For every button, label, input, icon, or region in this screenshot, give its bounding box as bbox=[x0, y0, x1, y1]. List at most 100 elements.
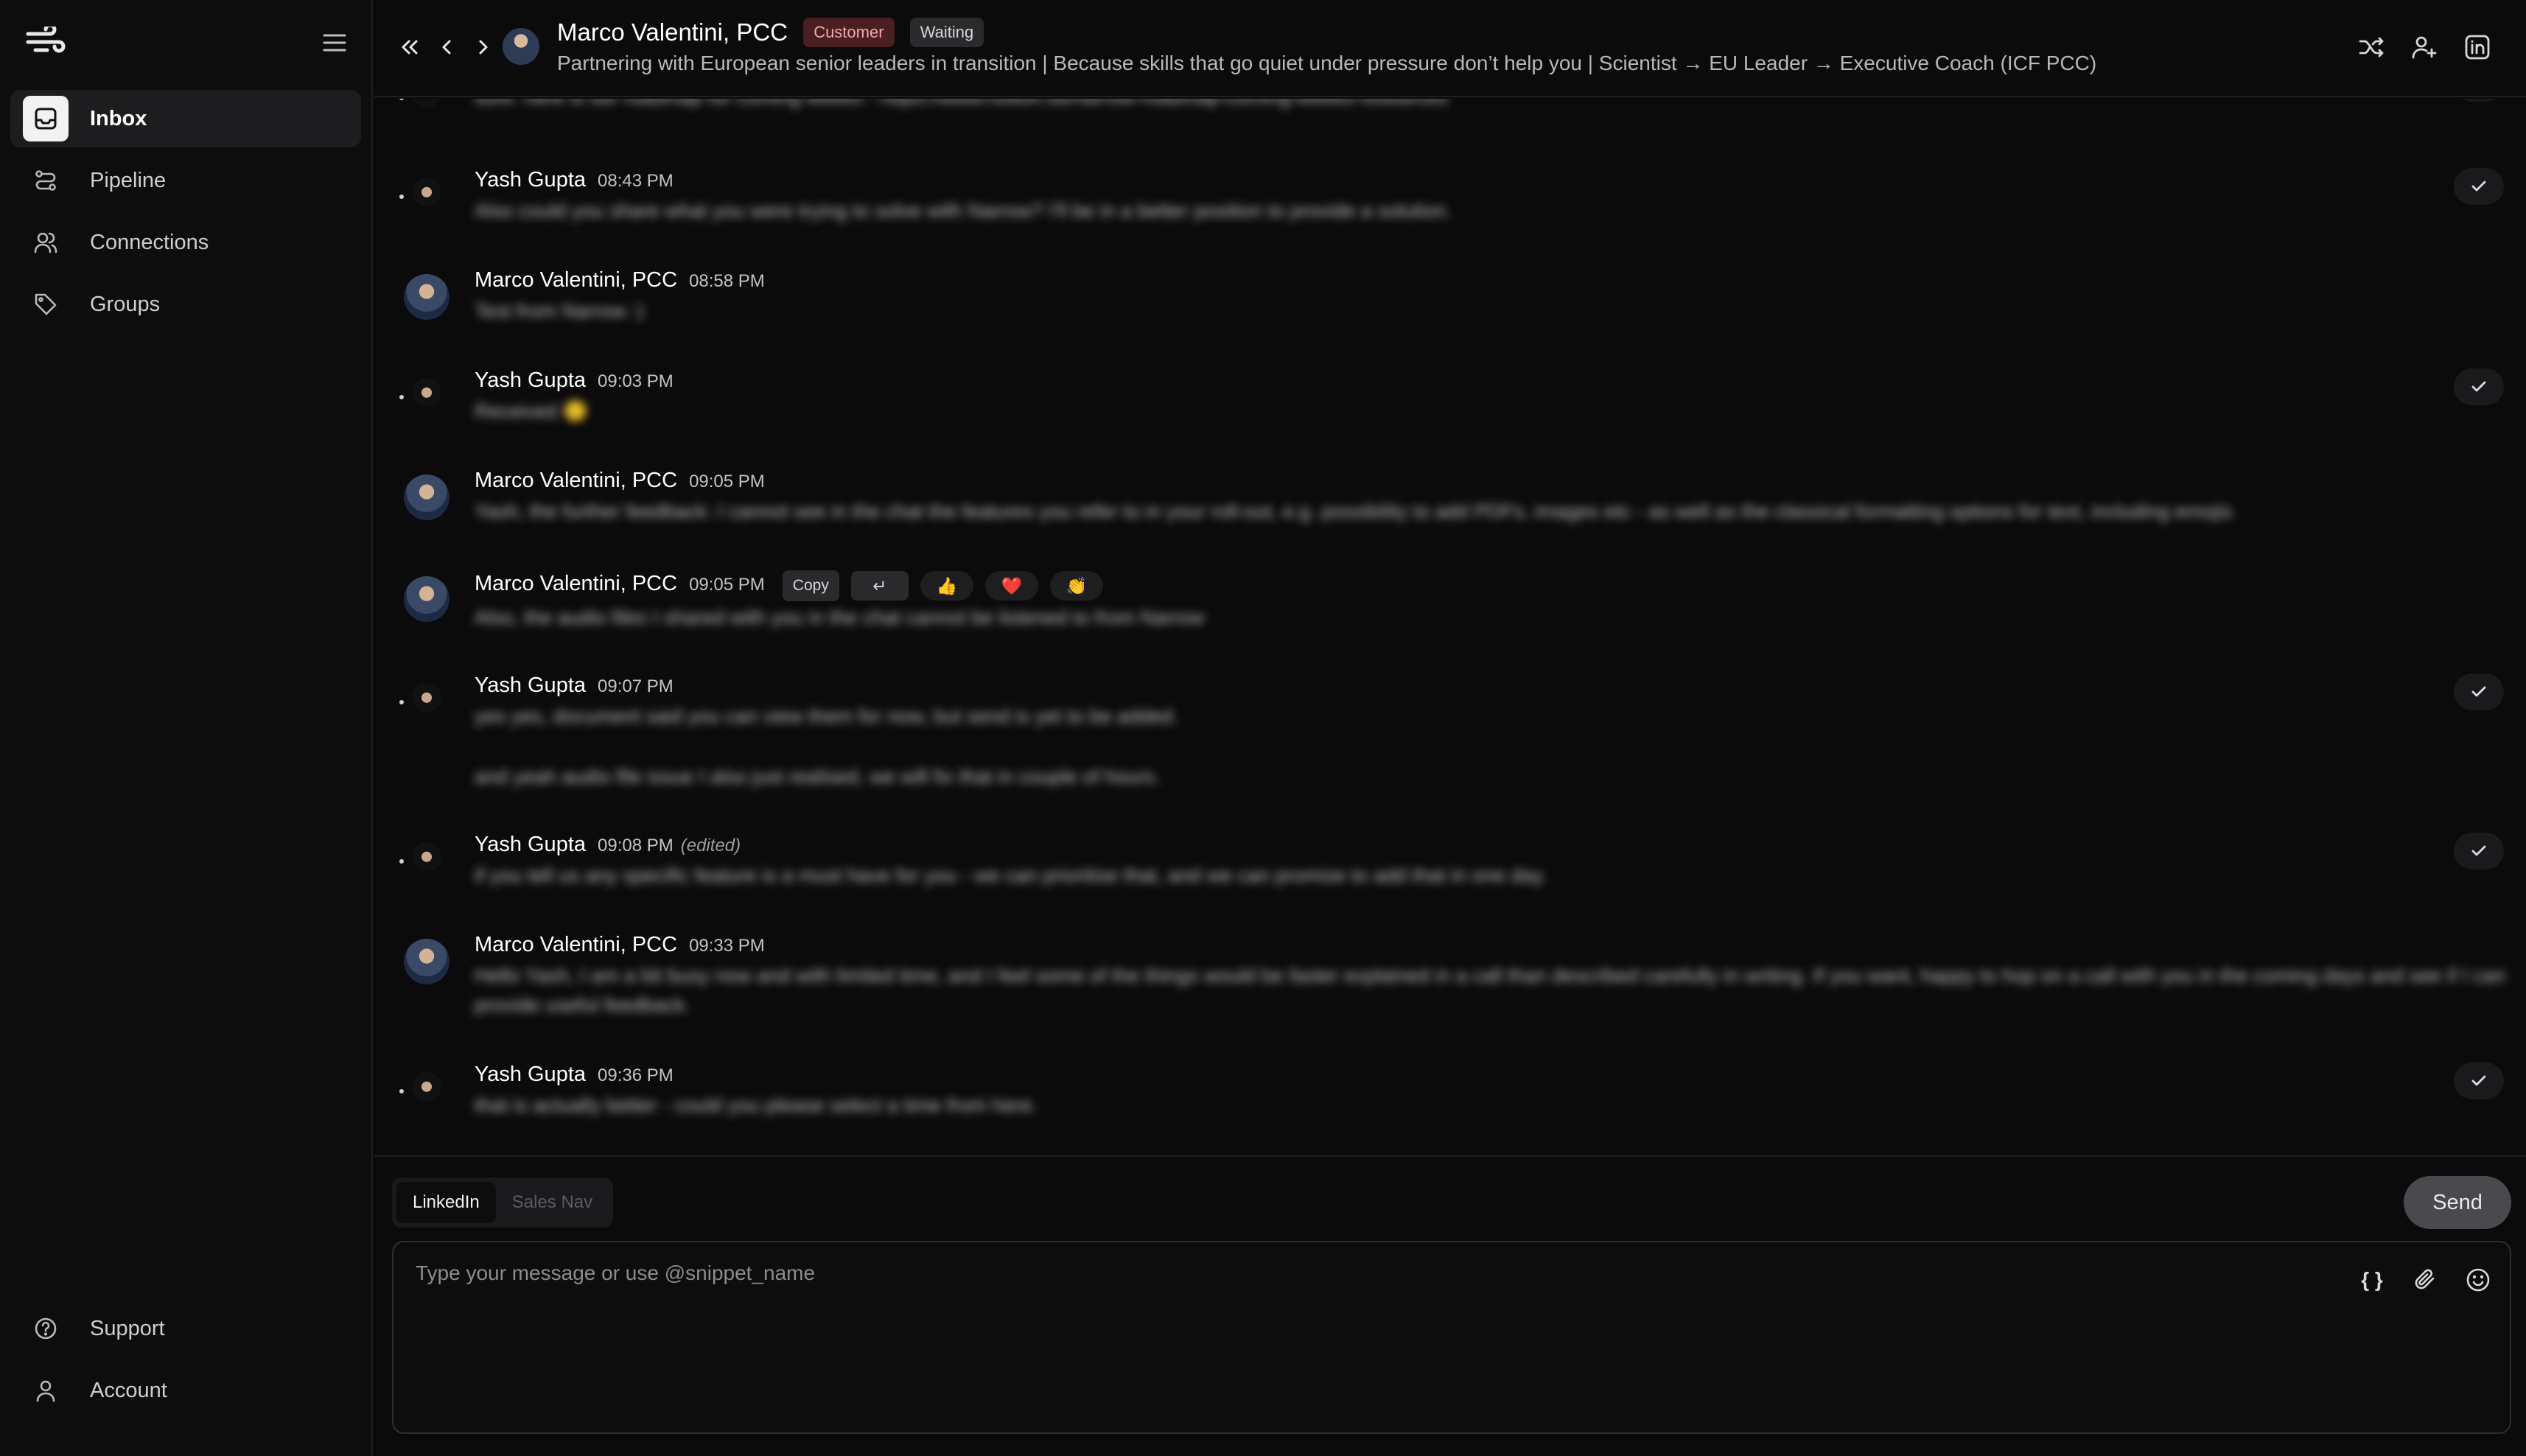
previous-conversation-button[interactable] bbox=[430, 31, 463, 63]
sidebar-item-inbox[interactable]: Inbox bbox=[10, 90, 361, 147]
message-body: Also, the audio files I shared with you … bbox=[475, 606, 1205, 629]
message-meta: Yash Gupta 09:03 PM bbox=[475, 368, 674, 393]
react-heart-button[interactable]: ❤️ bbox=[984, 571, 1038, 601]
sidebar: Inbox Pipeline Connections Groups Suppor… bbox=[0, 0, 373, 1456]
message-body: Yash, the further feedback: I cannot see… bbox=[475, 500, 2233, 522]
message-author[interactable]: Marco Valentini, PCC bbox=[475, 572, 677, 596]
sidebar-item-pipeline[interactable]: Pipeline bbox=[10, 152, 361, 209]
reply-button[interactable]: ↵ bbox=[850, 571, 909, 601]
avatar[interactable] bbox=[404, 939, 449, 984]
avatar[interactable] bbox=[399, 679, 449, 725]
message-time: 09:33 PM bbox=[689, 936, 765, 956]
read-check-button[interactable] bbox=[2454, 833, 2504, 869]
check-icon bbox=[2471, 381, 2486, 392]
conversation-header: Marco Valentini, PCC Customer Waiting Pa… bbox=[374, 0, 2526, 97]
send-button[interactable]: Send bbox=[2404, 1176, 2511, 1229]
avatar[interactable] bbox=[399, 1068, 449, 1114]
message-body: that is actually better - could you plea… bbox=[475, 1094, 1038, 1116]
copy-message-button[interactable]: Copy bbox=[782, 570, 839, 601]
read-check-button[interactable] bbox=[2454, 368, 2504, 405]
check-icon bbox=[2471, 845, 2486, 856]
shuffle-button[interactable] bbox=[2354, 29, 2389, 65]
customer-badge[interactable]: Customer bbox=[803, 18, 895, 47]
sidebar-item-support[interactable]: Support bbox=[10, 1300, 361, 1357]
read-check-button[interactable] bbox=[2454, 1063, 2504, 1099]
message-composer: LinkedIn Sales Nav Send { } bbox=[374, 1155, 2526, 1456]
message-time: 09:07 PM bbox=[598, 676, 674, 696]
message-author[interactable]: Yash Gupta bbox=[475, 833, 586, 857]
paperclip-icon bbox=[2415, 1269, 2435, 1289]
snippet-button[interactable]: { } bbox=[2355, 1263, 2389, 1297]
read-check-button[interactable] bbox=[2454, 99, 2504, 102]
message-author[interactable]: Yash Gupta bbox=[475, 673, 586, 698]
attach-button[interactable] bbox=[2408, 1263, 2442, 1297]
pipeline-icon bbox=[31, 166, 60, 195]
sidebar-item-connections[interactable]: Connections bbox=[10, 214, 361, 271]
status-badge[interactable]: Waiting bbox=[909, 18, 984, 47]
app-logo[interactable] bbox=[25, 23, 66, 57]
menu-toggle-button[interactable] bbox=[320, 28, 349, 57]
message-author[interactable]: Yash Gupta bbox=[475, 1063, 586, 1087]
read-check-button[interactable] bbox=[2454, 168, 2504, 205]
avatar[interactable] bbox=[399, 374, 449, 420]
sidebar-item-label: Account bbox=[90, 1378, 167, 1402]
smiley-icon bbox=[2466, 1268, 2490, 1292]
message-body: and yeah audio file issue I also just re… bbox=[475, 766, 1161, 788]
chevron-left-icon bbox=[442, 40, 451, 55]
message-time: 09:03 PM bbox=[598, 371, 674, 391]
message-author[interactable]: Yash Gupta bbox=[475, 368, 586, 393]
chevron-right-icon bbox=[479, 40, 488, 55]
message-time: 09:08 PM bbox=[598, 836, 674, 855]
avatar[interactable] bbox=[404, 576, 449, 622]
message-time: 09:36 PM bbox=[598, 1065, 674, 1085]
message-meta: Yash Gupta 08:43 PM bbox=[475, 168, 674, 192]
avatar[interactable] bbox=[399, 174, 449, 220]
avatar[interactable] bbox=[404, 274, 449, 320]
sidebar-item-account[interactable]: Account bbox=[10, 1362, 361, 1419]
back-to-list-button[interactable] bbox=[393, 31, 426, 63]
avatar[interactable] bbox=[399, 839, 449, 884]
sidebar-item-label: Groups bbox=[90, 292, 161, 316]
user-icon bbox=[31, 1376, 60, 1405]
message-time: 09:05 PM bbox=[689, 575, 765, 595]
tab-linkedin[interactable]: LinkedIn bbox=[396, 1182, 496, 1223]
react-thumbs-up-button[interactable]: 👍 bbox=[920, 571, 973, 601]
message-meta: Yash Gupta 09:36 PM bbox=[475, 1063, 674, 1087]
message-author[interactable]: Yash Gupta bbox=[475, 168, 586, 192]
assign-user-button[interactable] bbox=[2407, 29, 2442, 65]
message-body: Also could you share what you were tryin… bbox=[475, 200, 1452, 222]
message-meta: Marco Valentini, PCC 09:05 PM bbox=[475, 469, 765, 493]
sidebar-nav: Inbox Pipeline Connections Groups bbox=[10, 90, 361, 337]
linkedin-profile-button[interactable] bbox=[2460, 29, 2495, 65]
next-conversation-button[interactable] bbox=[467, 31, 500, 63]
check-icon bbox=[2471, 1075, 2486, 1086]
message-hover-actions: Copy ↵ 👍 ❤️ 👏 bbox=[782, 570, 1103, 601]
header-actions bbox=[2336, 29, 2495, 65]
sidebar-item-label: Inbox bbox=[90, 106, 147, 130]
contact-headline: Partnering with European senior leaders … bbox=[557, 52, 2097, 74]
message-body: if you tell us any specific feature is a… bbox=[475, 864, 1547, 886]
message-meta: Yash Gupta 09:07 PM bbox=[475, 673, 674, 698]
react-clap-button[interactable]: 👏 bbox=[1049, 571, 1103, 601]
avatar[interactable] bbox=[399, 99, 449, 121]
message-input[interactable] bbox=[416, 1261, 2258, 1409]
inbox-icon bbox=[23, 96, 69, 141]
sidebar-item-groups[interactable]: Groups bbox=[10, 276, 361, 333]
avatar[interactable] bbox=[404, 475, 449, 520]
emoji-button[interactable] bbox=[2461, 1263, 2495, 1297]
message-body: Received 🙂 bbox=[475, 400, 588, 422]
tag-icon bbox=[31, 290, 60, 319]
sidebar-item-label: Connections bbox=[90, 230, 209, 254]
message-author[interactable]: Marco Valentini, PCC bbox=[475, 469, 677, 493]
message-author[interactable]: Marco Valentini, PCC bbox=[475, 933, 677, 957]
message-author[interactable]: Marco Valentini, PCC bbox=[475, 268, 677, 293]
tab-sales-nav[interactable]: Sales Nav bbox=[496, 1182, 609, 1223]
sidebar-item-label: Pipeline bbox=[90, 168, 167, 192]
read-check-button[interactable] bbox=[2454, 673, 2504, 710]
check-icon bbox=[2471, 181, 2486, 192]
message-thread[interactable]: sure. here is our roadmap for coming wee… bbox=[374, 99, 2526, 1154]
channel-tabs: LinkedIn Sales Nav bbox=[392, 1177, 614, 1228]
contact-name[interactable]: Marco Valentini, PCC bbox=[557, 18, 788, 46]
contact-avatar[interactable] bbox=[503, 28, 539, 65]
message-body: sure. here is our roadmap for coming wee… bbox=[475, 99, 1448, 112]
